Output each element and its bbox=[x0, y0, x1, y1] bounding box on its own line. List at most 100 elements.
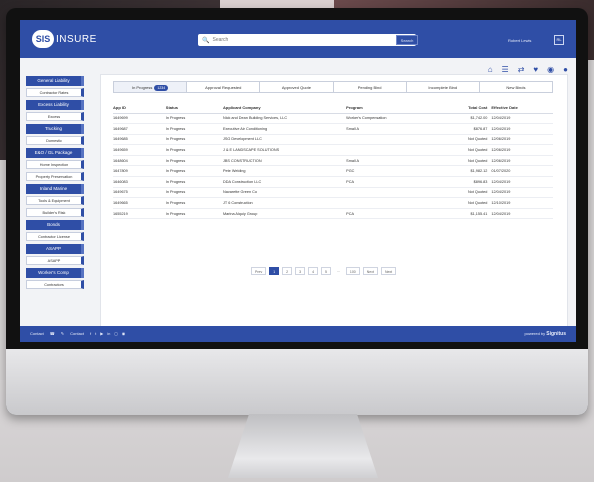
sidebar-item[interactable]: Tools & Equipment bbox=[26, 196, 84, 205]
phone-icon[interactable]: ☎ bbox=[50, 331, 55, 336]
brand-name[interactable]: Signitus bbox=[546, 331, 566, 337]
table-cell: Executive Air Conditioning bbox=[222, 123, 347, 135]
footer-contact[interactable]: Contact bbox=[30, 331, 44, 336]
table-row[interactable]: 1649659 In Progress J & E LANDSCAPE SOLUTI… bbox=[113, 144, 553, 156]
user-name[interactable]: Robert Lewis bbox=[508, 38, 531, 43]
table-cell: PCA bbox=[346, 176, 439, 188]
page-button[interactable]: Next bbox=[362, 267, 378, 275]
linkedin-icon[interactable]: in bbox=[107, 331, 110, 336]
table-cell: PCA bbox=[346, 208, 439, 220]
table-cell: Nick and Dean Building Services, LLC bbox=[222, 113, 347, 125]
table-cell: 12/06/2019 bbox=[491, 144, 553, 156]
tab-item[interactable]: Approval Requested bbox=[187, 82, 261, 92]
column-header[interactable]: Program bbox=[346, 103, 439, 114]
tab-item[interactable]: New Binds bbox=[480, 82, 552, 92]
sidebar-section-header[interactable]: Trucking bbox=[26, 124, 84, 134]
sidebar-item[interactable]: Contractor License bbox=[26, 232, 84, 241]
page-button[interactable]: 3 bbox=[295, 267, 306, 275]
table-row[interactable]: 1649685 In Progress JSG Development LLC Not… bbox=[113, 134, 553, 146]
footer-links[interactable]: Contact bbox=[70, 331, 84, 336]
tab-item[interactable]: Incomplete Bind bbox=[407, 82, 480, 92]
table-cell: JBS CONSTRUCTION bbox=[222, 155, 347, 167]
sidebar-section-header[interactable]: Excess Liability bbox=[26, 100, 84, 110]
help-icon[interactable]: ◉ bbox=[547, 65, 554, 74]
tab-label: New Binds bbox=[506, 85, 526, 90]
sidebar-section-header[interactable]: General Liability bbox=[26, 76, 84, 86]
tab-label: Approved Quote bbox=[281, 85, 311, 90]
table-cell: Pete Welding bbox=[222, 165, 347, 178]
page-button: ... bbox=[336, 269, 340, 273]
column-header[interactable]: Effective Date bbox=[491, 103, 553, 114]
table-cell: 1649687 bbox=[113, 123, 166, 135]
table-cell: In Progress bbox=[165, 155, 223, 167]
table-cell: 1649699 bbox=[113, 113, 166, 125]
tab-item[interactable]: Approved Quote bbox=[260, 82, 334, 92]
table-cell: 12/04/2019 bbox=[491, 187, 553, 199]
page-button[interactable]: Prev bbox=[251, 267, 267, 275]
table-row[interactable]: 1655219 In Progress Marina Alquiy Group PCA… bbox=[113, 208, 553, 220]
heart-icon[interactable]: ♥ bbox=[533, 65, 538, 74]
table-cell: In Progress bbox=[165, 176, 223, 188]
table-row[interactable]: 1649699 In Progress Nick and Dean Building… bbox=[113, 113, 553, 125]
avatar[interactable]: RL bbox=[554, 35, 564, 45]
sidebar: General Liability Contractor Rates Excess … bbox=[26, 76, 88, 292]
powered-by-label: powered by bbox=[524, 331, 546, 336]
instagram-icon[interactable]: ◻ bbox=[114, 331, 117, 336]
tab-item[interactable]: Pending Bind bbox=[334, 82, 407, 92]
sidebar-section-header[interactable]: Inland Marine bbox=[26, 184, 84, 194]
column-header[interactable]: Status bbox=[165, 103, 223, 114]
tab-label: Approval Requested bbox=[205, 85, 242, 90]
youtube-icon[interactable]: ▶ bbox=[100, 331, 103, 336]
logo[interactable]: SIS INSURE bbox=[32, 30, 97, 48]
page-button[interactable]: Next bbox=[380, 267, 397, 275]
sidebar-item[interactable]: Builder's Risk bbox=[26, 208, 84, 217]
edit-icon[interactable]: ✎ bbox=[61, 331, 64, 336]
list-icon[interactable]: ☰ bbox=[502, 65, 509, 74]
sidebar-item[interactable]: ASAPP bbox=[26, 256, 84, 265]
sidebar-item[interactable]: Home Inspection bbox=[26, 160, 84, 169]
table-cell: Small A bbox=[346, 155, 439, 167]
search-box: 🔍 bbox=[198, 34, 416, 46]
table-row[interactable]: 1649675 In Progress Navarette Green Co Not … bbox=[113, 187, 553, 199]
table-row[interactable]: 1647809 In Progress Pete Welding PGC $1,982.… bbox=[113, 165, 553, 178]
table-cell: Small A bbox=[346, 123, 439, 135]
table-row[interactable]: 1649665 In Progress JT 6 Construction Not Q… bbox=[113, 197, 553, 209]
chat-icon[interactable]: ● bbox=[563, 65, 568, 74]
table-row[interactable]: 1646083 In Progress DDA Construction LLC PC… bbox=[113, 176, 553, 188]
sidebar-item[interactable]: Domestic bbox=[26, 136, 84, 145]
home-icon[interactable]: ⌂ bbox=[488, 65, 493, 74]
sidebar-section-header[interactable]: Worker's Comp bbox=[26, 268, 84, 278]
sidebar-item[interactable]: Excess bbox=[26, 112, 84, 121]
transfer-icon[interactable]: ⇄ bbox=[518, 65, 525, 74]
pagination: Prev 1 2 3 4 5... 100 Next Next bbox=[251, 267, 397, 275]
table-cell: $1,982.12 bbox=[438, 165, 492, 178]
table-cell: PGC bbox=[346, 165, 439, 178]
column-header[interactable]: Total Cost bbox=[438, 103, 492, 114]
sidebar-section-header[interactable]: Bonds bbox=[26, 220, 84, 230]
page-button[interactable]: 2 bbox=[282, 267, 293, 275]
sidebar-item[interactable]: Property Preservation bbox=[26, 172, 84, 181]
sidebar-section-header[interactable]: E&O / GL Package bbox=[26, 148, 84, 158]
table-cell: JT 6 Construction bbox=[222, 197, 347, 209]
sidebar-section-header[interactable]: ASAPP bbox=[26, 244, 84, 254]
tab-item[interactable]: In Progress 1234 bbox=[114, 82, 188, 92]
table-row[interactable]: 1648604 In Progress JBS CONSTRUCTION Small … bbox=[113, 155, 553, 167]
globe-icon[interactable]: ◉ bbox=[122, 331, 126, 336]
facebook-icon[interactable]: f bbox=[90, 331, 91, 336]
sidebar-item[interactable]: Contractors bbox=[26, 280, 84, 289]
table-cell: 12/06/2019 bbox=[491, 134, 553, 146]
search-input[interactable] bbox=[212, 37, 333, 43]
page-button[interactable]: 4 bbox=[308, 267, 319, 275]
search-button[interactable]: Search bbox=[396, 35, 418, 45]
sidebar-item[interactable]: Contractor Rates bbox=[26, 88, 84, 97]
column-header[interactable]: App ID bbox=[113, 103, 166, 114]
column-header[interactable]: Applicant Company bbox=[222, 103, 347, 114]
search-icon: 🔍 bbox=[202, 37, 210, 44]
page-button[interactable]: 1 bbox=[269, 267, 280, 275]
page-button[interactable]: 5 bbox=[321, 267, 331, 275]
twitter-icon[interactable]: t bbox=[95, 331, 96, 336]
table-cell: 1647809 bbox=[113, 165, 166, 178]
table-row[interactable]: 1649687 In Progress Executive Air Conditio… bbox=[113, 123, 553, 135]
table-cell: In Progress bbox=[165, 187, 223, 199]
page-button[interactable]: 100 bbox=[345, 267, 360, 275]
